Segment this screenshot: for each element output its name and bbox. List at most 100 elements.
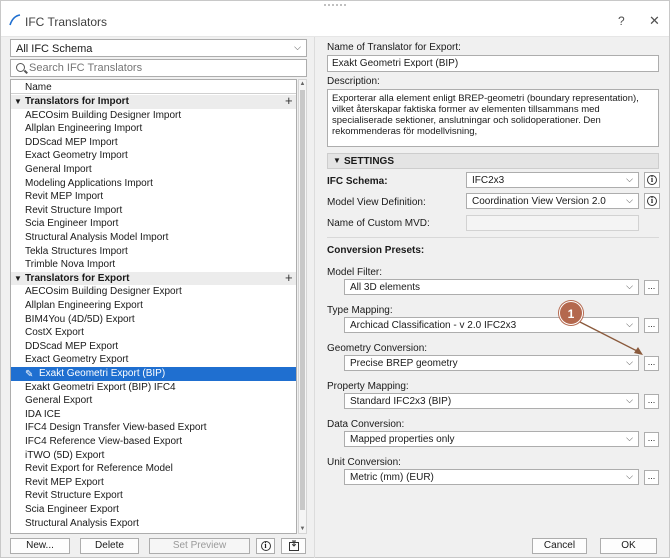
collapse-triangle-icon[interactable]: ▼ <box>14 95 22 109</box>
section-divider <box>327 237 659 238</box>
list-item[interactable]: DDScad MEP Export <box>11 340 296 354</box>
cancel-button[interactable]: Cancel <box>532 538 587 554</box>
mvd-select[interactable]: Coordination View Version 2.0 ⌵ <box>466 193 639 209</box>
custom-mvd-input[interactable] <box>466 215 639 231</box>
list-item[interactable]: CostX Export <box>11 326 296 340</box>
search-box[interactable] <box>10 59 307 77</box>
list-item[interactable]: BIM4You (4D/5D) Export <box>11 313 296 327</box>
list-item-selected[interactable]: ✎ Exakt Geometri Export (BIP) <box>11 367 296 381</box>
unit-conversion-select[interactable]: Metric (mm) (EUR) ⌵ <box>344 469 639 485</box>
translator-list[interactable]: Name ▼ Translators for Import + AECOsim Bui… <box>10 79 297 534</box>
list-item[interactable]: IDA ICE <box>11 408 296 422</box>
type-mapping-edit-button[interactable]: ... <box>644 318 659 333</box>
list-item[interactable]: General Export <box>11 394 296 408</box>
list-item-label: General Import <box>25 164 92 175</box>
list-item[interactable]: IFC4 Reference View-based Export <box>11 435 296 449</box>
group-header[interactable]: ▼ Translators for Import + <box>11 94 296 109</box>
list-item[interactable]: Tekla Structures Import <box>11 245 296 259</box>
list-item[interactable]: Allplan Engineering Export <box>11 299 296 313</box>
model-filter-edit-button[interactable]: ... <box>644 280 659 295</box>
list-item[interactable]: Structural Analysis Export <box>11 517 296 531</box>
list-item[interactable]: Allplan Engineering Import <box>11 122 296 136</box>
list-item-label: Trimble Nova Import <box>25 259 116 271</box>
list-item[interactable]: Modeling Applications Import <box>11 177 296 191</box>
list-item-label: General Export <box>25 395 93 407</box>
unit-conversion-edit-button[interactable]: ... <box>644 470 659 485</box>
settings-section-header[interactable]: ▼ SETTINGS <box>327 153 659 169</box>
column-header-name: Name <box>25 82 52 93</box>
model-filter-select[interactable]: All 3D elements ⌵ <box>344 279 639 295</box>
translator-name-field[interactable]: Exakt Geometri Export (BIP) <box>327 55 659 72</box>
ifc-schema-select[interactable]: IFC2x3 ⌵ <box>466 172 639 188</box>
list-item[interactable]: DDScad MEP Import <box>11 136 296 150</box>
geometry-conversion-label: Geometry Conversion: <box>327 343 428 354</box>
add-translator-icon[interactable]: + <box>285 94 293 108</box>
new-button[interactable]: New... <box>10 538 70 554</box>
list-item[interactable]: General Import <box>11 163 296 177</box>
description-field[interactable]: Exporterar alla element enligt BREP-geom… <box>327 89 659 147</box>
list-item[interactable]: Trimble Nova Import <box>11 258 296 272</box>
description-label: Description: <box>327 76 380 87</box>
set-preview-button[interactable]: Set Preview <box>149 538 250 554</box>
pane-divider[interactable] <box>314 37 315 558</box>
list-item-label: Scia Engineer Import <box>25 218 119 230</box>
ifc-schema-label: IFC Schema: <box>327 176 388 187</box>
scrollbar-thumb[interactable] <box>300 90 305 510</box>
export-button[interactable] <box>281 538 306 554</box>
unit-conversion-label: Unit Conversion: <box>327 457 401 468</box>
mvd-info-button[interactable]: i <box>644 193 660 209</box>
data-conversion-value: Mapped properties only <box>350 434 455 445</box>
list-item[interactable]: AECOsim Building Designer Export <box>11 285 296 299</box>
ok-button[interactable]: OK <box>600 538 657 554</box>
geometry-conversion-value: Precise BREP geometry <box>350 358 458 369</box>
data-conversion-select[interactable]: Mapped properties only ⌵ <box>344 431 639 447</box>
schema-filter-select[interactable]: All IFC Schema ⌵ <box>10 39 307 57</box>
list-item[interactable]: Scia Engineer Export <box>11 503 296 517</box>
list-item[interactable]: Exakt Geometri Export (BIP) IFC4 <box>11 381 296 395</box>
chevron-down-icon: ⌵ <box>626 195 633 205</box>
property-mapping-select[interactable]: Standard IFC2x3 (BIP) ⌵ <box>344 393 639 409</box>
list-column-header[interactable]: Name <box>11 80 296 94</box>
list-item-label: IDA ICE <box>25 408 61 420</box>
add-translator-icon[interactable]: + <box>285 271 293 285</box>
geometry-conversion-edit-button[interactable]: ... <box>644 356 659 371</box>
list-item[interactable]: Revit MEP Export <box>11 476 296 490</box>
list-item[interactable]: Structural Analysis Model Import <box>11 231 296 245</box>
group-header[interactable]: ▼ Translators for Export + <box>11 271 296 286</box>
list-item[interactable]: Scia Engineer Import <box>11 217 296 231</box>
list-item[interactable]: Revit Export for Reference Model <box>11 462 296 476</box>
type-mapping-select[interactable]: Archicad Classification - v 2.0 IFC2x3 ⌵ <box>344 317 639 333</box>
property-mapping-edit-button[interactable]: ... <box>644 394 659 409</box>
ifc-schema-info-button[interactable]: i <box>644 172 660 188</box>
list-item-label: AECOsim Building Designer Export <box>25 286 182 298</box>
drag-handle[interactable] <box>324 4 346 6</box>
scroll-up-icon[interactable]: ▲ <box>299 81 306 87</box>
property-mapping-value: Standard IFC2x3 (BIP) <box>350 396 452 407</box>
list-item-label: Allplan Engineering Export <box>25 300 143 311</box>
list-item[interactable]: Exact Geometry Import <box>11 149 296 163</box>
collapse-triangle-icon[interactable]: ▼ <box>14 272 22 286</box>
help-button[interactable]: ? <box>618 14 625 28</box>
list-item-label: Revit Structure Import <box>25 204 123 216</box>
list-item-label: Exact Geometry Export <box>25 354 129 366</box>
list-item[interactable]: Revit MEP Import <box>11 190 296 204</box>
list-item[interactable]: Revit Structure Export <box>11 489 296 503</box>
list-item-label: Allplan Engineering Import <box>25 123 143 135</box>
close-button[interactable]: ✕ <box>649 13 660 29</box>
scroll-down-icon[interactable]: ▼ <box>299 526 306 532</box>
info-button[interactable]: i <box>256 538 275 554</box>
description-text: Exporterar alla element enligt BREP-geom… <box>332 93 639 137</box>
delete-button[interactable]: Delete <box>80 538 139 554</box>
list-item-label: Tekla Structures Import <box>25 245 128 257</box>
list-item[interactable]: IFC4 Design Transfer View-based Export <box>11 421 296 435</box>
data-conversion-edit-button[interactable]: ... <box>644 432 659 447</box>
list-item[interactable]: AECOsim Building Designer Import <box>11 109 296 123</box>
list-item[interactable]: Exact Geometry Export <box>11 353 296 367</box>
search-input[interactable] <box>29 61 299 75</box>
list-item[interactable]: iTWO (5D) Export <box>11 449 296 463</box>
list-item[interactable]: Revit Structure Import <box>11 204 296 218</box>
unit-conversion-value: Metric (mm) (EUR) <box>350 472 434 483</box>
geometry-conversion-select[interactable]: Precise BREP geometry ⌵ <box>344 355 639 371</box>
list-scrollbar[interactable]: ▲ ▼ <box>298 79 307 534</box>
data-conversion-label: Data Conversion: <box>327 419 405 430</box>
